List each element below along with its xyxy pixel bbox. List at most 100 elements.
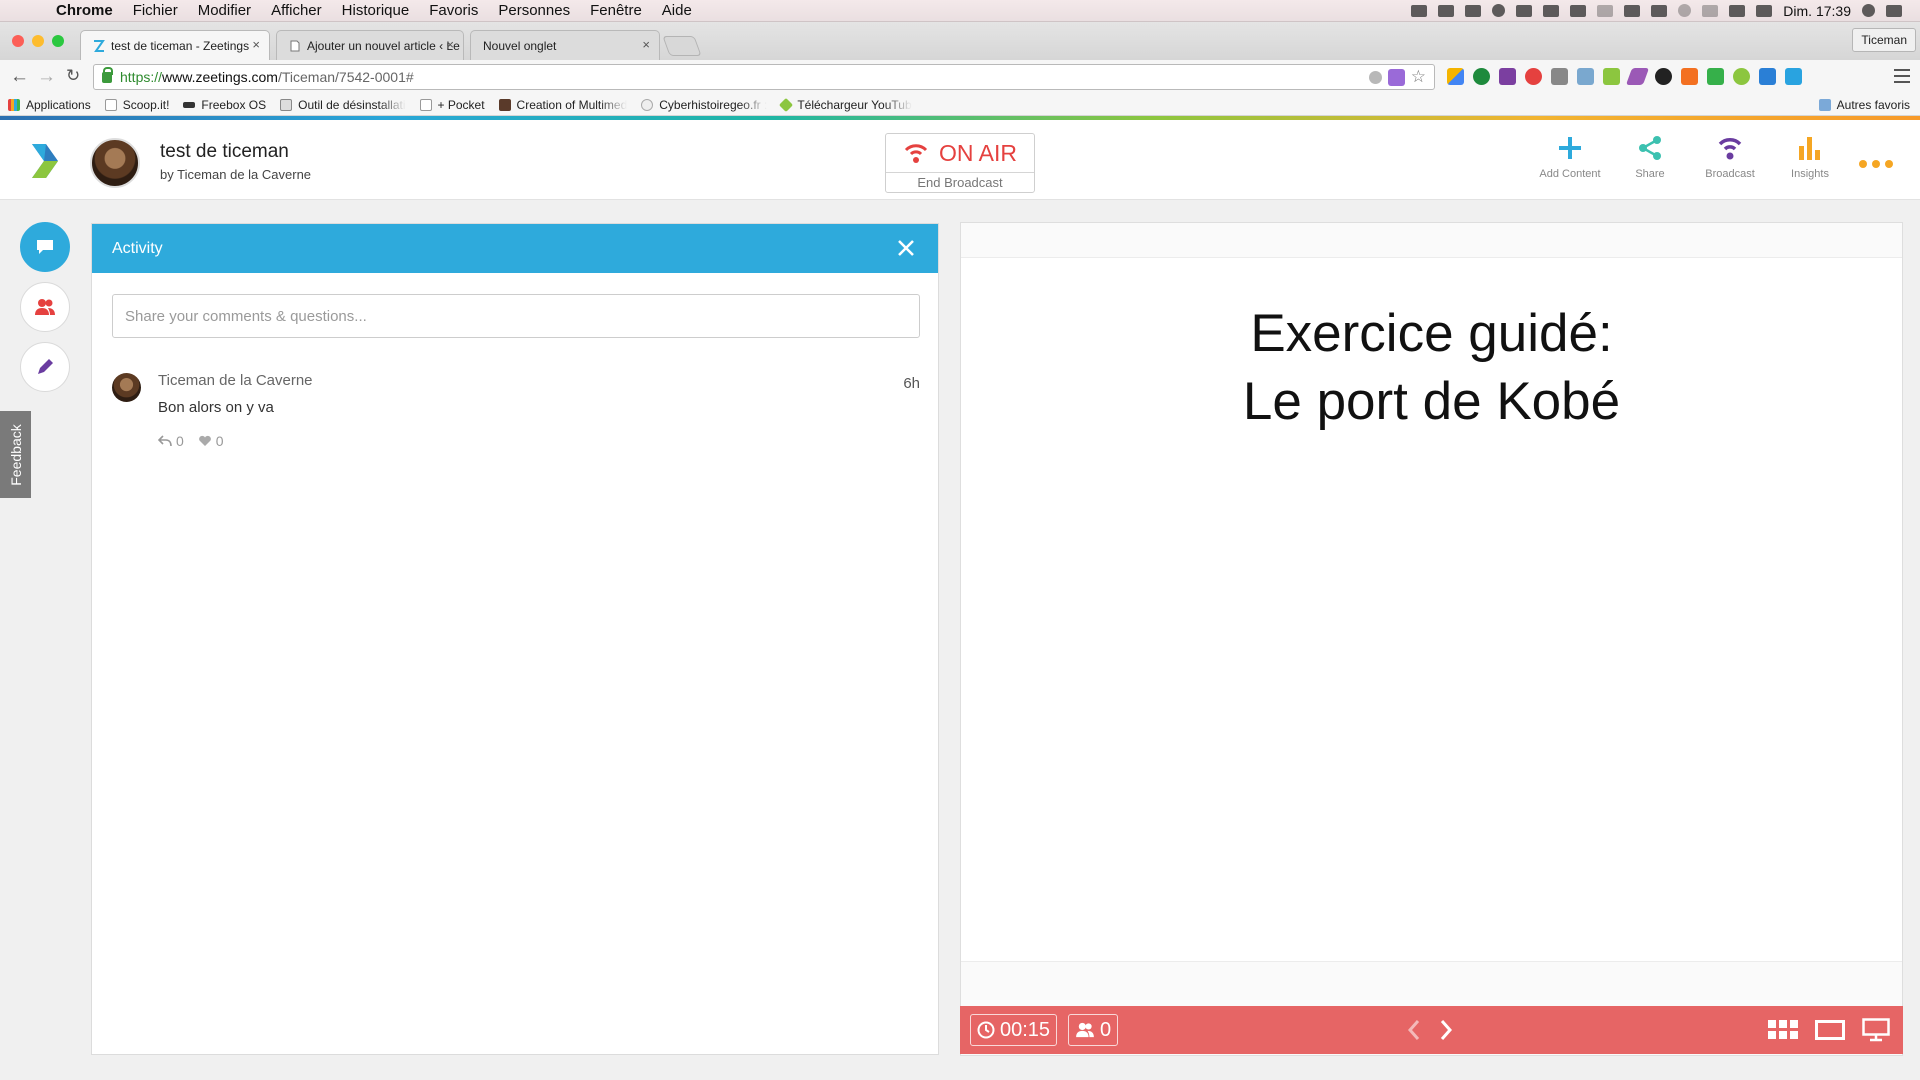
bookmark-apps[interactable]: Applications	[8, 98, 91, 112]
bookmark-pocket[interactable]: + Pocket	[419, 98, 485, 112]
notification-center-icon[interactable]	[1886, 4, 1902, 17]
chrome-menu-icon[interactable]	[1894, 69, 1910, 87]
bookmark-multimedia[interactable]: Creation of Multimed	[498, 98, 627, 112]
tab-close-icon[interactable]: ×	[642, 37, 650, 52]
spotlight-search-icon[interactable]	[1862, 4, 1875, 17]
comment-author[interactable]: Ticeman de la Caverne	[158, 372, 313, 389]
menu-app-name[interactable]: Chrome	[56, 2, 113, 19]
cloud-sync-icon[interactable]	[1570, 4, 1587, 17]
avatar[interactable]	[112, 373, 141, 402]
menu-personnes[interactable]: Personnes	[498, 2, 570, 19]
cloud-icon[interactable]	[1516, 4, 1533, 17]
close-icon[interactable]	[896, 238, 916, 258]
reply-button[interactable]: 0	[158, 433, 184, 449]
insights-button[interactable]: Insights	[1770, 134, 1850, 180]
bookmark-scoopit[interactable]: Scoop.it!	[104, 98, 169, 112]
status-dot-icon[interactable]	[1733, 68, 1750, 85]
close-window-icon[interactable]	[12, 35, 24, 47]
zoom-window-icon[interactable]	[52, 35, 64, 47]
host-avatar[interactable]	[90, 138, 140, 188]
airplay-icon[interactable]	[1624, 4, 1641, 17]
bluetooth-icon[interactable]	[1702, 4, 1719, 17]
address-bar[interactable]: https://www.zeetings.com/Ticeman/7542-00…	[93, 64, 1435, 90]
screen-capture-icon[interactable]	[1759, 68, 1776, 85]
forward-arrow-icon[interactable]: →	[37, 66, 56, 88]
menubar-clock[interactable]: Dim. 17:39	[1783, 3, 1851, 19]
broadcast-label: Broadcast	[1705, 168, 1755, 180]
shield-icon[interactable]	[1368, 70, 1382, 84]
drive-icon[interactable]	[1465, 4, 1482, 17]
broadcast-button[interactable]: Broadcast	[1690, 134, 1770, 180]
tab-wordpress[interactable]: Ajouter un nouvel article ‹ Le ×	[276, 30, 464, 60]
bookmark-cyberhistoire[interactable]: Cyberhistoiregeo.fr :	[641, 98, 767, 112]
extension-puzzle-icon[interactable]	[1387, 68, 1405, 86]
tab-close-icon[interactable]: ×	[252, 37, 260, 52]
feedback-label: Feedback	[7, 423, 24, 486]
bookmark-other-favorites[interactable]: Autres favoris	[1818, 98, 1910, 112]
lastpass-icon[interactable]	[1525, 68, 1542, 85]
feedly-icon[interactable]	[1707, 68, 1724, 85]
present-screen-icon[interactable]	[1862, 1018, 1890, 1042]
pages-icon[interactable]	[1551, 68, 1568, 85]
menu-aide[interactable]: Aide	[662, 2, 692, 19]
minimize-window-icon[interactable]	[32, 35, 44, 47]
next-slide-icon[interactable]	[1438, 1018, 1454, 1042]
download-icon[interactable]	[1603, 68, 1620, 85]
comment-input[interactable]	[112, 294, 920, 338]
meeting-byline: by Ticeman de la Caverne	[160, 167, 312, 182]
notification-icon[interactable]	[1597, 4, 1614, 17]
twitter-icon[interactable]	[1785, 68, 1802, 85]
camera-icon[interactable]	[1577, 68, 1594, 85]
dropbox-icon[interactable]	[1411, 4, 1428, 17]
eject-icon[interactable]	[1651, 4, 1668, 17]
adobe-icon[interactable]	[1438, 4, 1455, 17]
volume-icon[interactable]	[1756, 4, 1773, 17]
back-arrow-icon[interactable]: ←	[10, 66, 29, 88]
onenote-icon[interactable]	[1499, 68, 1516, 85]
attendee-count[interactable]: 0	[1068, 1014, 1119, 1046]
bookmark-outil[interactable]: Outil de désinstallati	[280, 98, 406, 112]
bookmark-freebox[interactable]: Freebox OS	[183, 98, 266, 112]
time-machine-icon[interactable]	[1678, 4, 1692, 17]
end-broadcast-button[interactable]: End Broadcast	[886, 172, 1034, 193]
people-icon	[35, 299, 55, 315]
comment-text: Bon alors on y va	[158, 399, 274, 416]
activity-rail-button[interactable]	[20, 222, 70, 272]
wifi-icon[interactable]	[1729, 4, 1746, 17]
menu-favoris[interactable]: Favoris	[429, 2, 478, 19]
menu-fichier[interactable]: Fichier	[133, 2, 178, 19]
more-options-icon[interactable]	[1859, 160, 1893, 168]
tab-new[interactable]: Nouvel onglet ×	[470, 30, 660, 60]
google-keep-icon[interactable]	[1447, 68, 1464, 85]
new-tab-button[interactable]	[662, 36, 702, 56]
bookmark-star-icon[interactable]: ☆	[1411, 67, 1426, 87]
grid-view-icon[interactable]	[1768, 1020, 1798, 1040]
tab-label: test de ticeman - Zeetings	[111, 38, 250, 53]
reload-icon[interactable]: ↻	[66, 66, 80, 86]
profile-button[interactable]: Ticeman	[1852, 28, 1916, 52]
menu-afficher[interactable]: Afficher	[271, 2, 322, 19]
share-button[interactable]: Share	[1610, 134, 1690, 180]
zeetings-logo-icon[interactable]	[30, 142, 60, 180]
menu-modifier[interactable]: Modifier	[198, 2, 251, 19]
feedback-tab[interactable]: Feedback	[0, 411, 31, 498]
notes-rail-button[interactable]	[20, 342, 70, 392]
extensions-bar	[1447, 68, 1802, 85]
tab-zeetings[interactable]: test de ticeman - Zeetings ×	[80, 30, 270, 60]
menu-fenetre[interactable]: Fenêtre	[590, 2, 642, 19]
previous-slide-icon[interactable]	[1406, 1018, 1422, 1042]
tab-close-icon[interactable]: ×	[446, 37, 454, 52]
single-view-icon[interactable]	[1815, 1020, 1845, 1040]
screenshot-icon[interactable]	[1543, 4, 1560, 17]
bookmark-youtube-downloader[interactable]: Téléchargeur YouTub	[779, 97, 912, 112]
creative-cloud-icon[interactable]	[1492, 4, 1506, 17]
attendees-rail-button[interactable]	[20, 282, 70, 332]
add-content-button[interactable]: Add Content	[1530, 134, 1610, 180]
evernote-icon[interactable]	[1473, 68, 1490, 85]
menu-historique[interactable]: Historique	[342, 2, 410, 19]
uninstall-icon	[280, 98, 293, 111]
scoopit-icon[interactable]	[1681, 68, 1698, 85]
like-button[interactable]: 0	[198, 433, 224, 449]
record-icon[interactable]	[1655, 68, 1672, 85]
pen-icon[interactable]	[1625, 68, 1650, 85]
